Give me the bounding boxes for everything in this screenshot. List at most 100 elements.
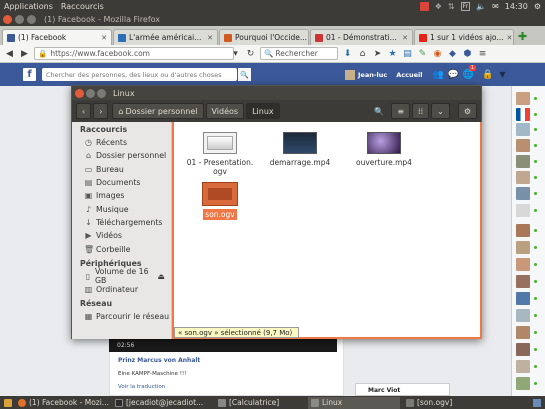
avatar[interactable]	[345, 69, 355, 80]
task-linux[interactable]: Linux	[308, 396, 400, 409]
gear-icon[interactable]: ⚙	[457, 103, 477, 119]
close-tab-icon[interactable]: ✕	[402, 34, 408, 42]
forward-icon[interactable]: ▶	[19, 49, 30, 59]
avatar[interactable]	[516, 326, 530, 339]
account-dropdown-icon[interactable]: ▼	[499, 70, 505, 79]
sidebar-item-computer[interactable]: ▥ Ordinateur	[72, 283, 171, 296]
bookmark-star-icon[interactable]: ★	[387, 49, 398, 59]
avatar[interactable]	[516, 377, 530, 390]
close-tab-icon[interactable]: ✕	[101, 34, 107, 42]
facebook-search-input[interactable]: Chercher des personnes, des lieux ou d'a…	[42, 68, 237, 81]
close-tab-icon[interactable]: ✕	[207, 34, 213, 42]
eject-icon[interactable]: ⏏	[158, 272, 165, 281]
task-terminal[interactable]: [jecadiot@jecadiot...	[112, 397, 212, 409]
avatar[interactable]	[516, 258, 530, 271]
sidebar-item-volume[interactable]: ▯ Volume de 16 GB ⏏	[72, 267, 171, 285]
file-item[interactable]: 01 - Presentation. ogv	[180, 132, 260, 176]
dropbox-icon[interactable]: ❖	[435, 2, 442, 11]
keyboard-layout[interactable]: Fr	[460, 1, 471, 11]
download-icon[interactable]: ⬇	[342, 49, 353, 59]
avatar[interactable]	[516, 139, 530, 152]
avatar[interactable]	[516, 309, 530, 322]
notifications-icon[interactable]: 🌐 1	[463, 64, 477, 80]
file-item-selected[interactable]: son.ogv	[180, 182, 260, 220]
new-tab-icon[interactable]: ✚	[518, 30, 527, 43]
sidebar-item-videos[interactable]: ▶ Vidéos	[72, 229, 171, 242]
back-icon[interactable]: ◀	[4, 49, 15, 59]
video-player[interactable]: 02:56	[109, 338, 337, 352]
maximize-window-button[interactable]	[27, 14, 36, 24]
facebook-logo-icon[interactable]: f	[23, 68, 36, 81]
post-author[interactable]: Prinz Marcus von Anhalt	[118, 357, 200, 364]
grid-view-icon[interactable]: ⁞⁞	[412, 103, 430, 119]
facebook-search-icon[interactable]: 🔍	[238, 68, 251, 81]
clock[interactable]: 14:30	[505, 2, 528, 11]
addon-icon[interactable]: ◉	[432, 49, 443, 59]
translate-link[interactable]: Voir la traduction	[118, 384, 165, 390]
avatar[interactable]	[516, 204, 530, 217]
avatar[interactable]	[516, 155, 530, 168]
tab-facebook[interactable]: (1) Facebook ✕	[2, 29, 112, 45]
addon-icon[interactable]: ◆	[447, 49, 458, 59]
sidebar-item-pictures[interactable]: ▣ Images	[72, 189, 171, 202]
url-bar[interactable]: 🔒 https://www.facebook.com	[34, 47, 234, 60]
addon-icon[interactable]: ⬢	[462, 49, 473, 59]
list-view-icon[interactable]: ≡	[391, 103, 411, 119]
avatar[interactable]	[516, 171, 530, 184]
view-options-icon[interactable]: ⌄	[431, 103, 450, 119]
facebook-home-link[interactable]: Accueil	[396, 71, 422, 79]
avatar[interactable]	[516, 275, 530, 288]
menu-applications[interactable]: Applications	[0, 2, 57, 11]
mail-icon[interactable]: ✉	[492, 2, 499, 11]
back-button[interactable]: ‹	[76, 103, 92, 119]
forward-button[interactable]: ›	[93, 103, 109, 119]
transfer-icon[interactable]: ⇅	[448, 2, 455, 11]
bookmarks-list-icon[interactable]: ▤	[402, 49, 413, 59]
avatar[interactable]	[516, 108, 530, 121]
tab-videos[interactable]: 1 sur 1 vidéos ajo... ✕	[414, 29, 514, 45]
power-icon[interactable]: ⚙	[534, 2, 541, 11]
file-item[interactable]: demarrage.mp4	[260, 132, 340, 167]
facebook-user-name[interactable]: Jean-luc	[358, 71, 387, 79]
messages-icon[interactable]: 💬	[448, 70, 459, 80]
menu-raccourcis[interactable]: Raccourcis	[57, 2, 108, 11]
sidebar-item-desktop[interactable]: ▭ Bureau	[72, 163, 171, 176]
avatar[interactable]	[516, 360, 530, 373]
maximize-window-button[interactable]	[97, 88, 106, 98]
sidebar-item-music[interactable]: ♪ Musique	[72, 202, 171, 215]
sidebar-item-home[interactable]: ⌂ Dossier personnel	[72, 149, 171, 162]
close-tab-icon[interactable]: ✕	[507, 34, 513, 42]
avatar[interactable]	[516, 123, 530, 136]
minimize-window-button[interactable]	[15, 14, 24, 24]
avatar[interactable]	[516, 292, 530, 305]
home-icon[interactable]: ⌂	[357, 49, 368, 59]
addon-icon[interactable]: ✎	[417, 49, 428, 59]
task-firefox[interactable]: (1) Facebook - Mozi...	[15, 397, 109, 409]
search-input[interactable]: 🔍 Rechercher	[260, 47, 338, 60]
avatar[interactable]	[516, 224, 530, 237]
reload-icon[interactable]: ↻	[245, 49, 256, 59]
file-item[interactable]: ouverture.mp4	[344, 132, 424, 167]
send-icon[interactable]: ➤	[372, 49, 383, 59]
sidebar-item-trash[interactable]: 🗑 Corbeille	[72, 242, 171, 255]
task-calculator[interactable]: [Calculatrice]	[215, 397, 305, 409]
chat-tab[interactable]: Marc Viot	[355, 383, 450, 396]
volume-icon[interactable]: 🔈	[476, 2, 486, 11]
avatar[interactable]	[516, 187, 530, 200]
avatar[interactable]	[516, 241, 530, 254]
close-window-button[interactable]	[75, 88, 84, 98]
tab-demonstration[interactable]: 01 - Démonstrati... ✕	[310, 29, 413, 45]
close-window-button[interactable]	[3, 14, 12, 24]
privacy-icon[interactable]: 🔒	[482, 70, 493, 80]
avatar[interactable]	[516, 343, 530, 356]
avatar[interactable]	[516, 92, 530, 105]
minimize-window-button[interactable]	[86, 88, 95, 98]
show-desktop-icon[interactable]	[4, 398, 12, 407]
search-icon[interactable]: 🔍	[369, 103, 389, 119]
crumb-linux[interactable]: Linux	[246, 103, 280, 119]
sidebar-item-network[interactable]: ▦ Parcourir le réseau	[72, 310, 171, 323]
tab-pourquoi[interactable]: Pourquoi l'Occide...✕	[219, 29, 309, 45]
sidebar-item-documents[interactable]: ▤ Documents	[72, 176, 171, 189]
crumb-videos[interactable]: Vidéos	[205, 103, 245, 119]
workspace-icon[interactable]	[533, 398, 541, 407]
